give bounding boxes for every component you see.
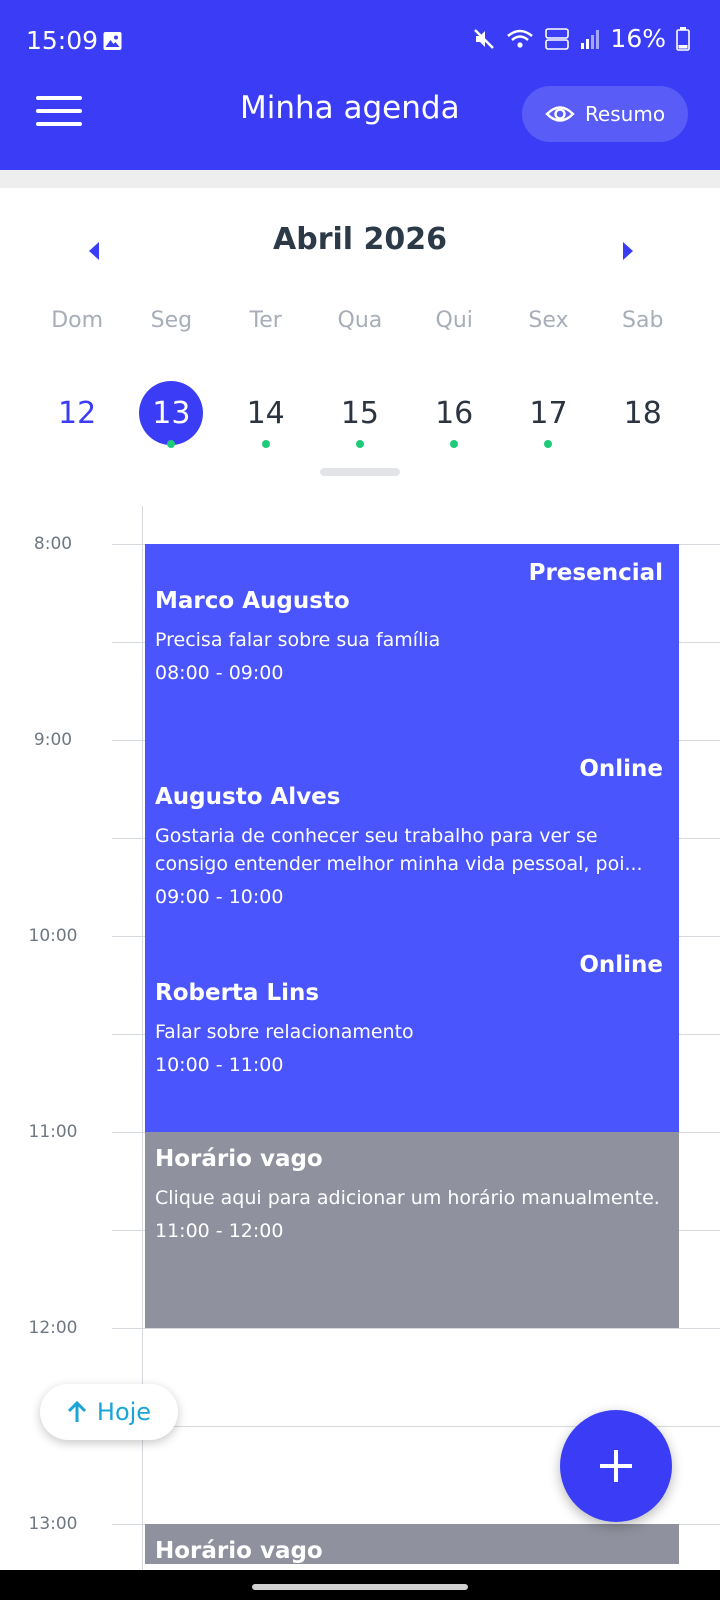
week-calendar: Abril 2026 Dom Seg Ter Qua Qui Sex Sab 1… bbox=[0, 188, 720, 488]
day-12[interactable]: 12 bbox=[30, 380, 124, 446]
appointment-time: 08:00 - 09:00 bbox=[155, 662, 284, 684]
resumo-label: Resumo bbox=[584, 102, 666, 126]
today-button[interactable]: Hoje bbox=[40, 1384, 178, 1440]
event-dot bbox=[261, 440, 270, 448]
status-time: 15:09 bbox=[26, 26, 99, 55]
free-slot-title: Horário vago bbox=[155, 1538, 323, 1564]
next-month-icon[interactable] bbox=[612, 236, 642, 266]
event-dot bbox=[355, 440, 364, 448]
calendar-drag-handle[interactable] bbox=[320, 468, 400, 476]
free-slot-card[interactable]: Horário vago bbox=[145, 1524, 679, 1564]
free-slot-time: 11:00 - 12:00 bbox=[155, 1220, 284, 1242]
menu-icon[interactable] bbox=[36, 96, 84, 136]
system-nav-bar bbox=[0, 1570, 720, 1600]
appointment-description: Gostaria de conhecer seu trabalho para v… bbox=[155, 825, 643, 875]
day-14[interactable]: 14 bbox=[219, 380, 313, 448]
day-17[interactable]: 17 bbox=[501, 380, 595, 448]
hour-line bbox=[112, 1328, 720, 1329]
hour-label: 8:00 bbox=[33, 534, 73, 554]
weekday-label: Qui bbox=[435, 308, 473, 333]
free-slot-card[interactable]: Horário vago Clique aqui para adicionar … bbox=[145, 1132, 679, 1328]
appointment-type: Online bbox=[579, 952, 663, 978]
event-dot bbox=[167, 440, 176, 448]
app-bar: Minha agenda Resumo bbox=[0, 84, 720, 170]
weekday-label: Ter bbox=[249, 308, 282, 333]
appointment-time: 09:00 - 10:00 bbox=[155, 886, 284, 908]
add-appointment-button[interactable] bbox=[560, 1410, 672, 1522]
arrow-up-icon bbox=[67, 1400, 86, 1422]
day-18[interactable]: 18 bbox=[596, 380, 690, 446]
appointment-name: Augusto Alves bbox=[155, 784, 341, 810]
weekday-label: Seg bbox=[150, 308, 193, 333]
appointment-card[interactable]: Online Roberta Lins Falar sobre relacion… bbox=[145, 936, 679, 1132]
hour-label: 9:00 bbox=[33, 730, 73, 750]
appointment-description: Precisa falar sobre sua família bbox=[155, 629, 441, 651]
signal-icon bbox=[581, 29, 600, 49]
hour-label: 13:00 bbox=[28, 1514, 78, 1534]
volte-icon bbox=[545, 27, 570, 50]
hour-label: 11:00 bbox=[28, 1122, 78, 1142]
battery-percent: 16% bbox=[610, 24, 666, 53]
gallery-icon bbox=[103, 32, 122, 50]
appointment-card[interactable]: Presencial Marco Augusto Precisa falar s… bbox=[145, 544, 679, 740]
free-slot-title: Horário vago bbox=[155, 1146, 323, 1172]
appointment-name: Roberta Lins bbox=[155, 980, 320, 1006]
week-days: 12 13 14 15 16 17 18 bbox=[30, 380, 690, 448]
free-slot-description: Clique aqui para adicionar um horário ma… bbox=[155, 1187, 660, 1209]
mute-icon bbox=[474, 28, 495, 49]
weekday-label: Qua bbox=[337, 308, 383, 333]
day-15[interactable]: 15 bbox=[313, 380, 407, 448]
appointment-name: Marco Augusto bbox=[155, 588, 350, 614]
appointment-time: 10:00 - 11:00 bbox=[155, 1054, 284, 1076]
event-dot bbox=[544, 440, 553, 448]
day-16[interactable]: 16 bbox=[407, 380, 501, 448]
wifi-icon bbox=[507, 29, 534, 48]
weekday-label: Dom bbox=[51, 308, 104, 333]
weekday-label: Sab bbox=[622, 308, 664, 333]
page-title: Minha agenda bbox=[240, 90, 460, 126]
appointment-description: Falar sobre relacionamento bbox=[155, 1021, 414, 1043]
day-13-selected[interactable]: 13 bbox=[124, 380, 218, 448]
event-dot bbox=[450, 440, 459, 448]
weekday-header: Dom Seg Ter Qua Qui Sex Sab bbox=[30, 308, 690, 333]
today-label: Hoje bbox=[96, 1398, 152, 1426]
header-divider bbox=[0, 170, 720, 188]
status-bar: 15:09 16% bbox=[0, 0, 720, 84]
status-icons: 16% bbox=[472, 24, 690, 53]
app-header: 15:09 16% Minha agenda Resumo bbox=[0, 0, 720, 170]
plus-icon bbox=[600, 1450, 632, 1482]
appointment-card[interactable]: Online Augusto Alves Gostaria de conhece… bbox=[145, 740, 679, 936]
appointment-type: Online bbox=[579, 756, 663, 782]
resumo-button[interactable]: Resumo bbox=[522, 86, 688, 142]
battery-icon bbox=[676, 26, 690, 51]
appointment-type: Presencial bbox=[528, 560, 663, 586]
eye-icon bbox=[545, 106, 575, 122]
hour-label: 12:00 bbox=[28, 1318, 78, 1338]
home-gesture-handle[interactable] bbox=[252, 1584, 468, 1590]
hour-label: 10:00 bbox=[28, 926, 78, 946]
weekday-label: Sex bbox=[528, 308, 569, 333]
